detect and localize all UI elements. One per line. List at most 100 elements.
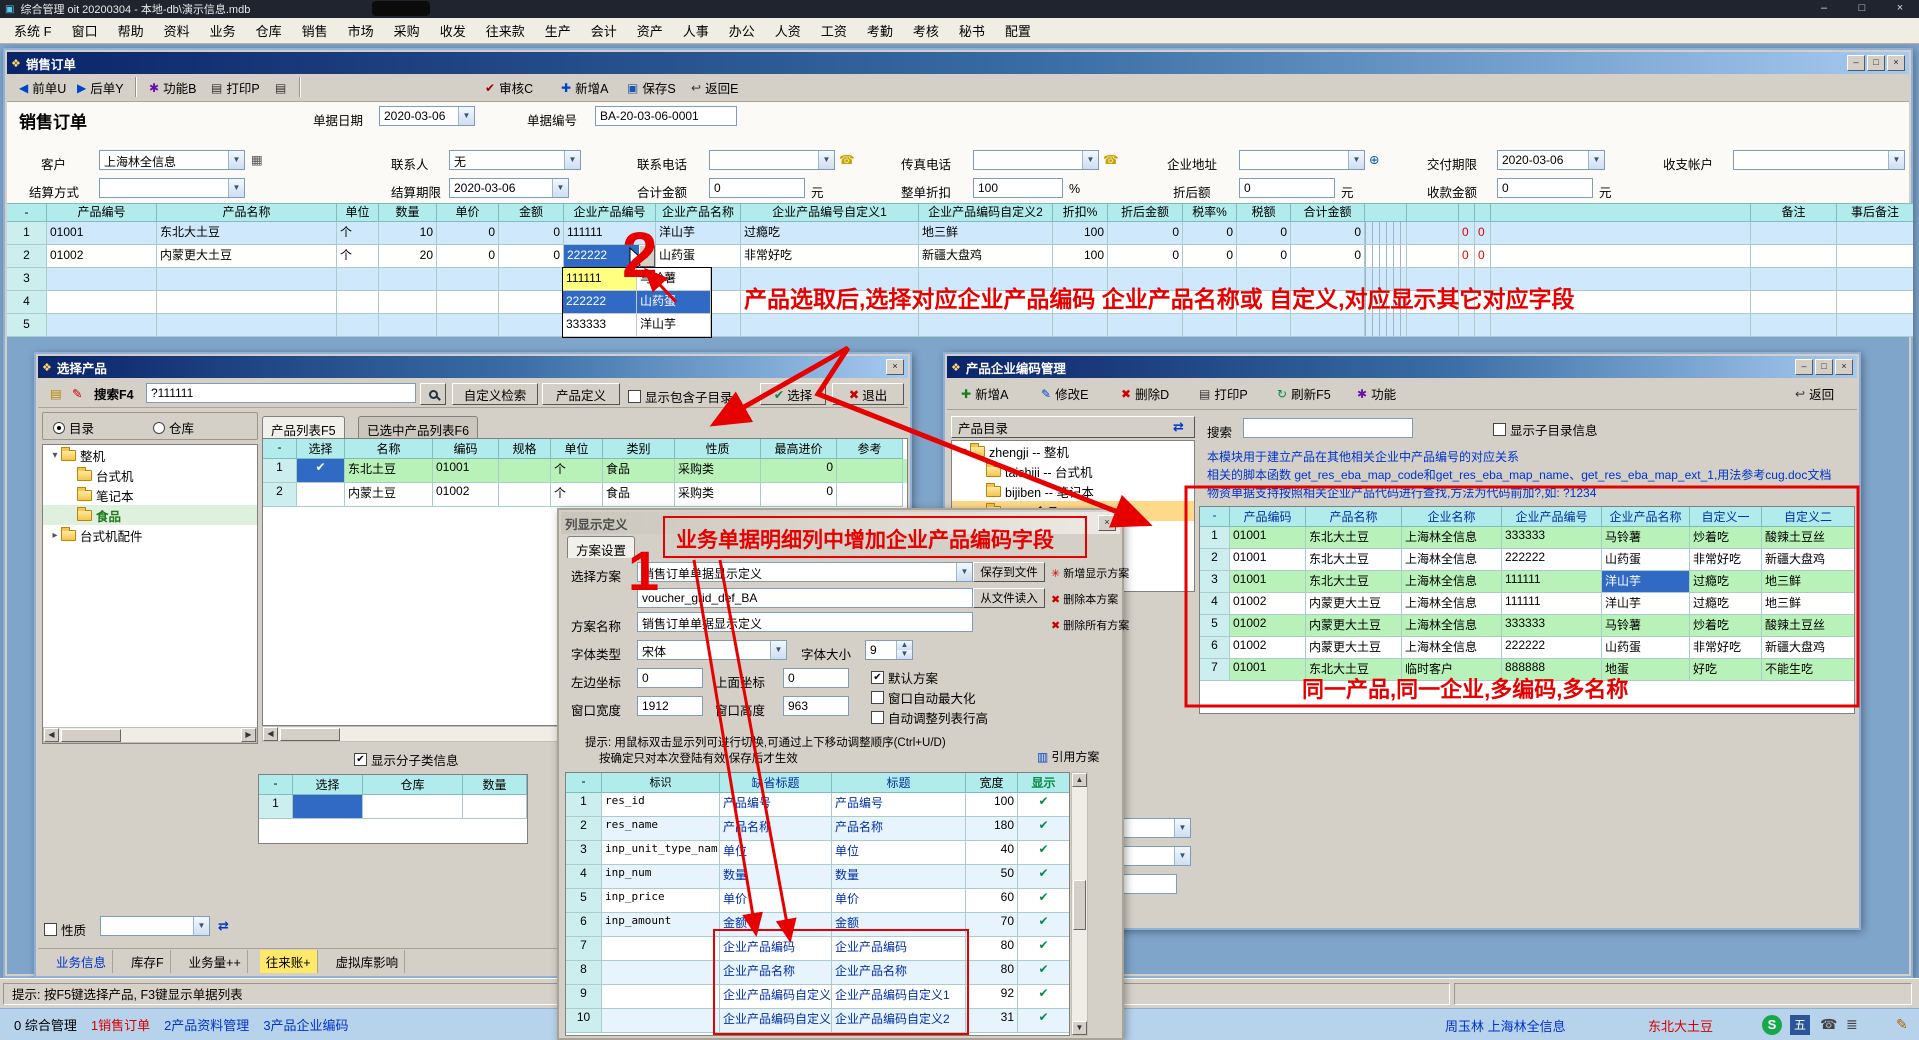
column-header[interactable]	[1459, 204, 1475, 222]
menu-item[interactable]: 业务	[200, 18, 246, 43]
menu-item[interactable]: 会计	[581, 18, 627, 43]
menu-item[interactable]: 窗口	[62, 18, 108, 43]
close-button[interactable]: ×	[1887, 55, 1905, 71]
table-row[interactable]: 501002内蒙更大土豆上海林全信息333333马铃薯炒着吃酸辣土豆丝	[1200, 615, 1854, 637]
taskbar-item[interactable]: 3产品企业编码	[263, 1015, 348, 1034]
search-input[interactable]: ?111111	[146, 383, 416, 403]
menu-item[interactable]: 考核	[903, 18, 949, 43]
tree-hscrollbar[interactable]: ◀▶	[43, 727, 257, 743]
delete-all-schemes-button[interactable]: ✖删除所有方案	[1051, 617, 1129, 633]
app-close-button[interactable]: ×	[1881, 0, 1919, 18]
column-header[interactable]: -	[259, 775, 293, 795]
column-header[interactable]	[1491, 204, 1751, 222]
menu-item[interactable]: 秘书	[949, 18, 995, 43]
contact-combo[interactable]: 无▼	[449, 150, 581, 170]
column-header[interactable]: 产品编号	[47, 204, 157, 222]
column-header[interactable]: 税率%	[1183, 204, 1237, 222]
tab-selected-list[interactable]: 已选中产品列表F6	[358, 416, 478, 438]
scroll-up-arrow[interactable]: ▲	[1072, 773, 1087, 787]
address-combo[interactable]: ▼	[1239, 150, 1365, 170]
add-scheme-button[interactable]: ✳新增显示方案	[1051, 565, 1129, 581]
chevron-down-icon[interactable]: ▼	[552, 179, 568, 197]
column-header[interactable]: -	[1200, 507, 1230, 527]
chevron-down-icon[interactable]: ▼	[1174, 819, 1190, 837]
column-header[interactable]: 合计金额	[1291, 204, 1365, 222]
tree-item[interactable]: ▸台式机配件	[43, 525, 257, 545]
save-button[interactable]: ▣保存S	[621, 76, 682, 99]
bottom-tab[interactable]: 业务信息	[50, 950, 113, 973]
chevron-down-icon[interactable]: ▼	[193, 917, 209, 935]
table-row[interactable]: 401002内蒙更大土豆上海林全信息111111洋山芋过瘾吃地三鲜	[1200, 593, 1854, 615]
fax-combo[interactable]: ▼	[973, 150, 1099, 170]
swap-icon[interactable]: ⇄	[218, 918, 229, 934]
taskbar-item[interactable]: 2产品资料管理	[164, 1015, 249, 1034]
scroll-thumb[interactable]	[1073, 880, 1086, 930]
prev-doc-button[interactable]: ◀前单U	[13, 76, 72, 99]
menu-item[interactable]: 考勤	[857, 18, 903, 43]
add-button[interactable]: ✚新增A	[955, 382, 1014, 405]
column-header[interactable]: 产品编码	[1230, 507, 1306, 527]
close-button[interactable]: ×	[1835, 359, 1853, 375]
delete-scheme-button[interactable]: ✖删除本方案	[1051, 591, 1118, 607]
menu-item[interactable]: 生产	[535, 18, 581, 43]
catalog-radio[interactable]: 目录	[53, 418, 94, 437]
tab-product-list[interactable]: 产品列表F5	[262, 416, 345, 438]
discount-field[interactable]: 100	[973, 178, 1063, 198]
column-header[interactable]: 备注	[1751, 204, 1837, 222]
warehouse-radio[interactable]: 仓库	[153, 418, 194, 437]
table-row[interactable]: 101001东北大土豆上海林全信息333333马铃薯炒着吃酸辣土豆丝	[1200, 527, 1854, 549]
column-header[interactable]: 缺省标题	[720, 773, 832, 793]
column-header[interactable]: 产品名称	[1306, 507, 1402, 527]
top-coord-input[interactable]: 0	[783, 668, 849, 688]
chevron-down-icon[interactable]: ▼	[228, 151, 244, 169]
menu-item[interactable]: 资产	[627, 18, 673, 43]
auto-maximize-checkbox[interactable]: 窗口自动最大化	[871, 688, 976, 707]
chevron-down-icon[interactable]: ▼	[1082, 151, 1098, 169]
scheme-name-input[interactable]: 销售订单单据显示定义	[637, 612, 973, 632]
tree-item[interactable]: ▾zhengji -- 整机	[952, 441, 1194, 461]
column-header[interactable]: 性质	[675, 439, 761, 459]
column-header[interactable]: 标题	[832, 773, 966, 793]
table-row[interactable]: 1	[259, 795, 527, 819]
column-header[interactable]	[1365, 204, 1407, 222]
search-input[interactable]	[1243, 418, 1413, 438]
menu-item[interactable]: 收发	[430, 18, 476, 43]
table-row[interactable]: 2res_name产品名称产品名称180✔	[566, 817, 1069, 841]
customer-combo[interactable]: 上海林全信息▼	[99, 150, 245, 170]
table-row[interactable]: 601002内蒙更大土豆上海林全信息222222山药蛋非常好吃新疆大盘鸡	[1200, 637, 1854, 659]
column-header[interactable]: 自定义二	[1762, 507, 1855, 527]
pen-icon[interactable]: ✎	[1896, 1016, 1908, 1033]
chevron-down-icon[interactable]: ▼	[564, 151, 580, 169]
chevron-down-icon[interactable]: ▼	[1174, 847, 1190, 865]
chevron-down-icon[interactable]: ▼	[956, 563, 972, 581]
tree-item[interactable]: 食品	[43, 505, 257, 525]
menu-item[interactable]: 资料	[154, 18, 200, 43]
menu-icon[interactable]: ≣	[1846, 1016, 1858, 1033]
show-subclass-checkbox[interactable]: ✔显示分子类信息	[354, 750, 459, 769]
table-row[interactable]: 2内蒙土豆01002个食品采购类0	[263, 483, 907, 507]
menu-item[interactable]: 系统 F	[4, 18, 62, 43]
column-header[interactable]: -	[7, 204, 47, 222]
bottom-tab[interactable]: 往来账+	[260, 950, 318, 973]
scroll-thumb[interactable]	[61, 729, 121, 742]
default-scheme-checkbox[interactable]: ✔默认方案	[871, 668, 938, 687]
receive-field[interactable]: 0	[1497, 178, 1593, 198]
tree-item[interactable]: taishiji -- 台式机	[952, 461, 1194, 481]
notebook-icon[interactable]: ▤	[44, 382, 68, 405]
search-button[interactable]	[420, 383, 446, 405]
scheme-combo[interactable]: 销售订单单据显示定义▼	[637, 562, 973, 582]
read-from-file-button[interactable]: 从文件读入	[973, 588, 1045, 608]
menu-item[interactable]: 帮助	[108, 18, 154, 43]
customer-lookup-icon[interactable]: ▦	[251, 152, 263, 167]
custom-search-button[interactable]: 自定义检索	[452, 383, 538, 405]
table-row[interactable]: 5inp_price单价单价60✔	[566, 889, 1069, 913]
chevron-down-icon[interactable]: ▼	[1588, 151, 1604, 169]
choose-button[interactable]: ✔选择	[760, 383, 826, 405]
doc-date-field[interactable]: 2020-03-06▼	[379, 106, 475, 126]
column-header[interactable]: 自定义一	[1690, 507, 1762, 527]
scroll-thumb[interactable]	[280, 728, 340, 741]
column-header[interactable]: 数量	[379, 204, 437, 222]
minimize-button[interactable]: –	[1795, 359, 1813, 375]
menu-item[interactable]: 往来款	[476, 18, 535, 43]
column-header[interactable]: 企业产品编号	[1502, 507, 1602, 527]
